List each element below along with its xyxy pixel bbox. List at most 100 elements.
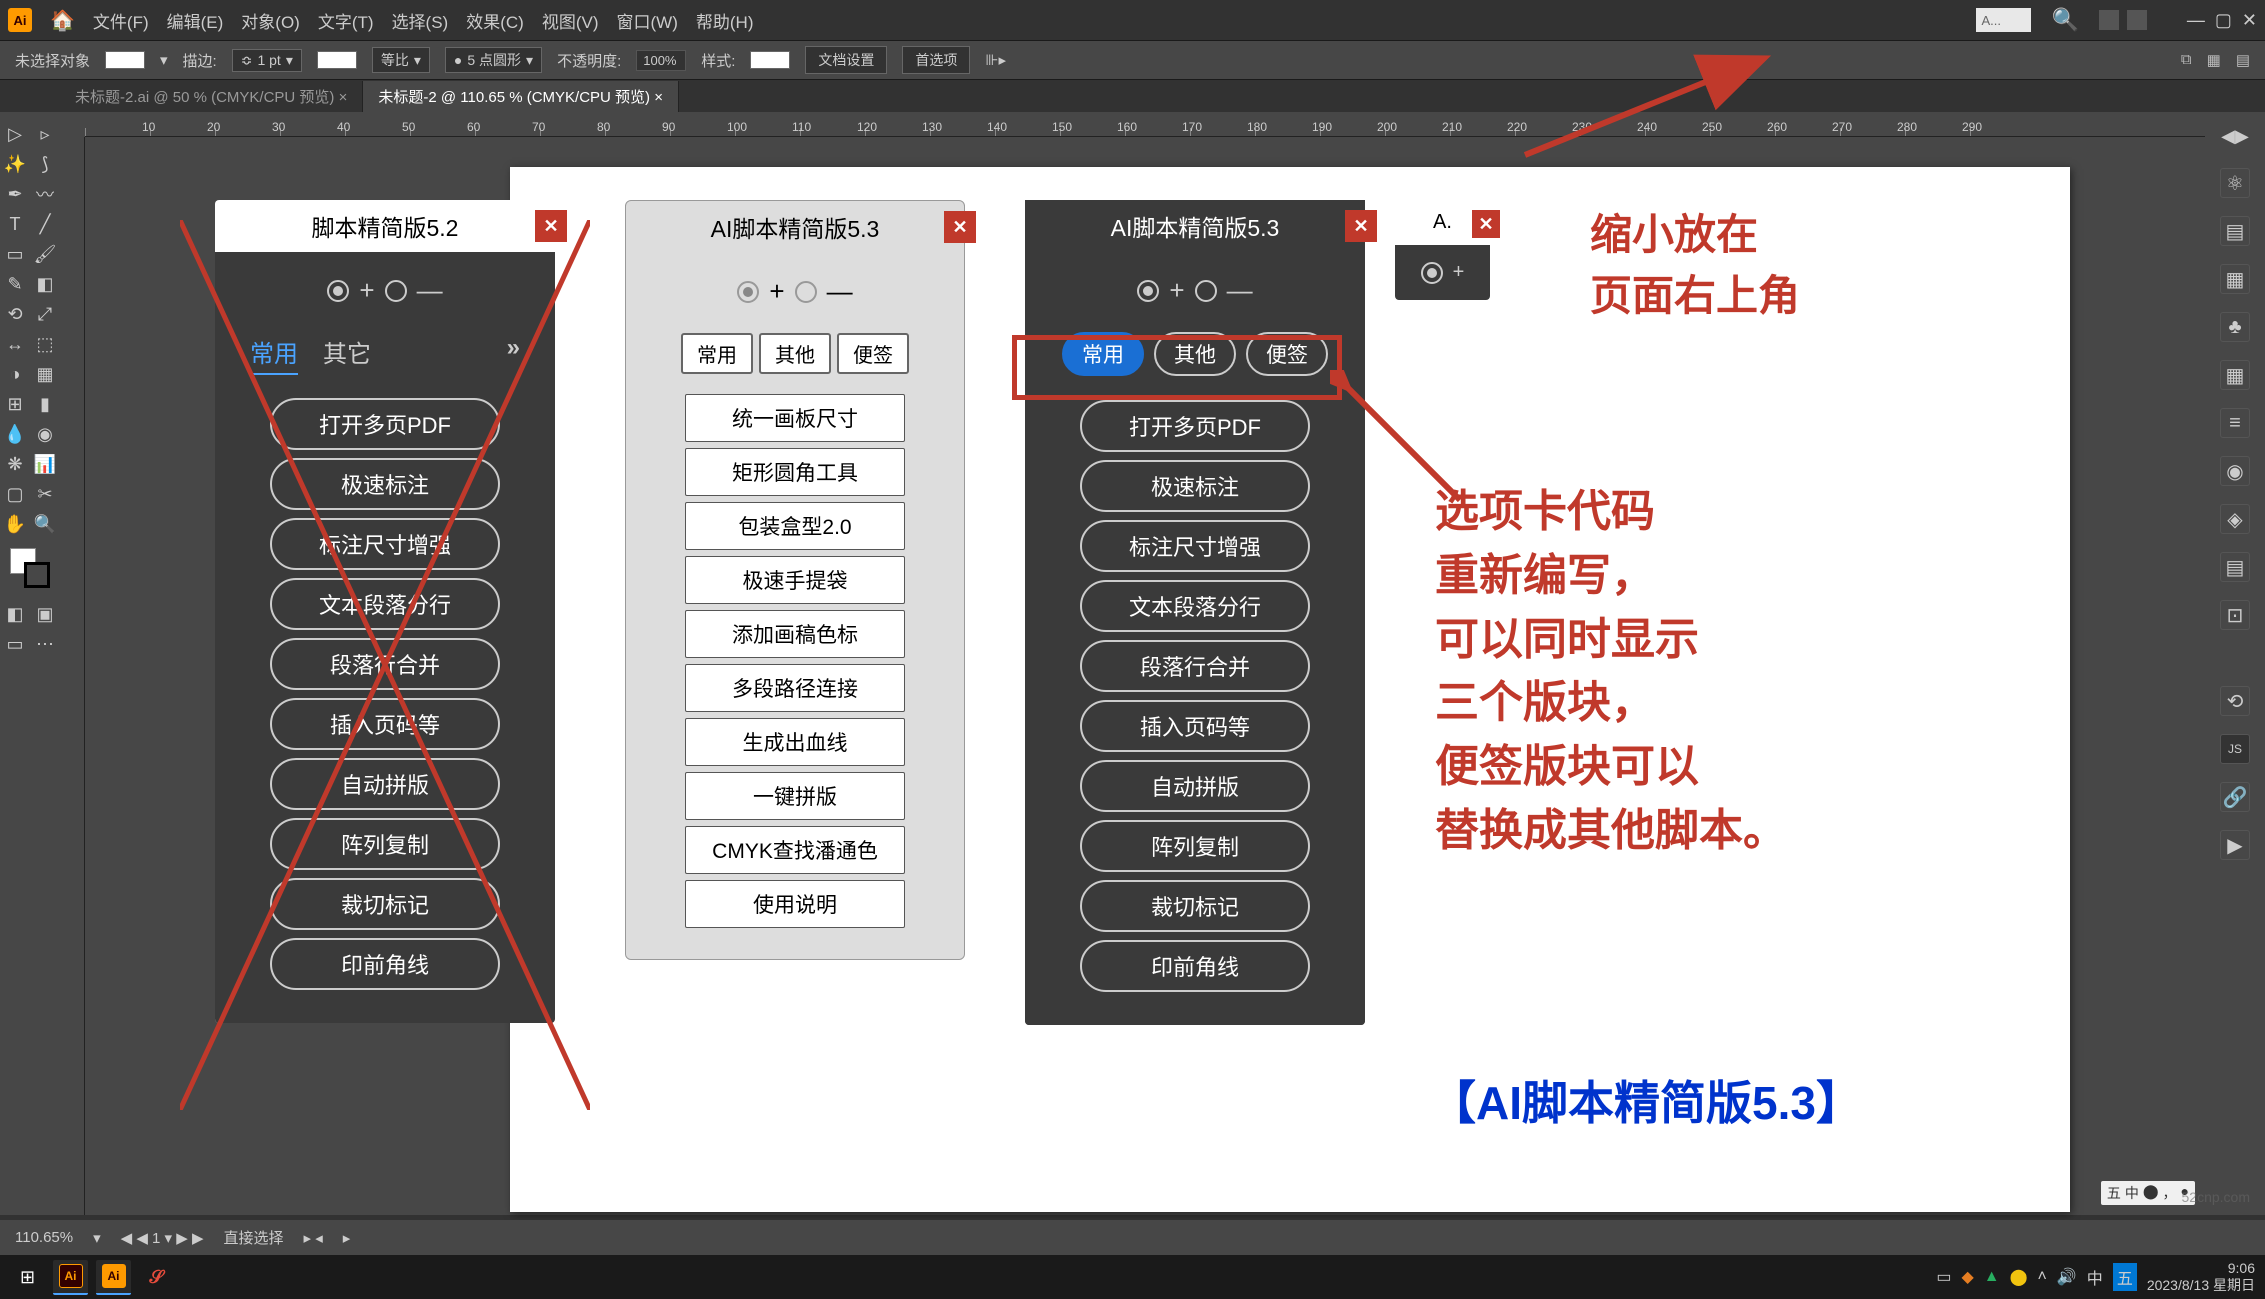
tray-up-icon[interactable]: ˄ (2038, 1268, 2047, 1286)
btn-53d-2[interactable]: 标注尺寸增强 (1080, 520, 1310, 572)
width-tool[interactable]: ↔ (1, 330, 29, 358)
radio-unchecked[interactable] (795, 281, 817, 303)
taskbar-app-3[interactable]: 𝒮 (139, 1260, 174, 1295)
mesh-tool[interactable]: ⊞ (1, 390, 29, 418)
shape-builder[interactable]: ◑ (1, 360, 29, 388)
eyedropper-tool[interactable]: 💧 (1, 420, 29, 448)
search-icon[interactable]: 🔍 (2051, 7, 2078, 33)
panel-53d-close[interactable]: ✕ (1345, 210, 1377, 242)
pen-tool[interactable]: ✒ (1, 180, 29, 208)
brushes-icon[interactable]: ≡ (2220, 408, 2250, 438)
hand-tool[interactable]: ✋ (1, 510, 29, 538)
menu-file[interactable]: 文件(F) (93, 8, 149, 33)
menu-select[interactable]: 选择(S) (392, 8, 449, 33)
btn-53w-4[interactable]: 添加画稿色标 (685, 610, 905, 658)
uniform-scale[interactable]: 等比▾ (372, 47, 430, 73)
radio-unchecked[interactable] (1195, 280, 1217, 302)
grid-icon[interactable]: ▦ (2207, 51, 2221, 69)
scale-tool[interactable]: ⤢ (31, 300, 59, 328)
title-search-box[interactable]: A... (1976, 8, 2031, 32)
prefs-button[interactable]: 首选项 (902, 46, 970, 74)
btn-52-9[interactable]: 印前角线 (270, 938, 500, 990)
close-icon[interactable]: ✕ (2242, 10, 2257, 31)
radio-checked[interactable] (327, 280, 349, 302)
tab-53w-other[interactable]: 其他 (759, 333, 831, 374)
stroke-swatch[interactable] (317, 51, 357, 69)
btn-53w-7[interactable]: 一键拼版 (685, 772, 905, 820)
curvature-tool[interactable]: 〰 (31, 180, 59, 208)
line-tool[interactable]: ╱ (31, 210, 59, 238)
club-icon[interactable]: ♣ (2220, 312, 2250, 342)
radio-mini[interactable] (1421, 262, 1443, 284)
btn-53d-5[interactable]: 插入页码等 (1080, 700, 1310, 752)
tray-icon[interactable]: ⬤ (2010, 1267, 2028, 1287)
screen-mode[interactable]: ▭ (1, 630, 29, 658)
zoom-level[interactable]: 110.65% (15, 1229, 73, 1246)
menu-object[interactable]: 对象(O) (241, 8, 300, 33)
direct-select-tool[interactable]: ▹ (31, 120, 59, 148)
panel-icon[interactable]: ▤ (2236, 51, 2250, 69)
tray-icon[interactable]: ▭ (1936, 1267, 1951, 1287)
brush-tool[interactable]: 🖌 (31, 240, 59, 268)
tab-52-common[interactable]: 常用 (250, 334, 298, 375)
home-icon[interactable]: 🏠 (50, 8, 75, 33)
asset-icon[interactable]: ⊡ (2220, 600, 2250, 630)
taskbar-ai-2[interactable]: Ai (96, 1260, 131, 1295)
tray-ime-zh[interactable]: 中 (2087, 1265, 2103, 1289)
start-icon[interactable]: ⊞ (10, 1260, 45, 1295)
artboard-nav[interactable]: ◀ ◀ 1 ▾ ▶ ▶ (121, 1229, 204, 1247)
btn-52-6[interactable]: 自动拼版 (270, 758, 500, 810)
link-icon[interactable]: 🔗 (2220, 782, 2250, 812)
doc-setup-button[interactable]: 文档设置 (805, 46, 887, 74)
btn-53d-4[interactable]: 段落行合并 (1080, 640, 1310, 692)
edit-toolbar[interactable]: ⋯ (31, 630, 59, 658)
btn-53w-3[interactable]: 极速手提袋 (685, 556, 905, 604)
style-swatch[interactable] (750, 51, 790, 69)
btn-53w-8[interactable]: CMYK查找潘通色 (685, 826, 905, 874)
btn-52-5[interactable]: 插入页码等 (270, 698, 500, 750)
tab-53w-common[interactable]: 常用 (681, 333, 753, 374)
arrange-icon[interactable] (2099, 10, 2119, 30)
menu-help[interactable]: 帮助(H) (696, 8, 754, 33)
lasso-tool[interactable]: ⟆ (31, 150, 59, 178)
fill-stroke-swatch[interactable] (10, 548, 50, 588)
zoom-tool[interactable]: 🔍 (31, 510, 59, 538)
stroke-icon[interactable]: ◉ (2220, 456, 2250, 486)
btn-53w-6[interactable]: 生成出血线 (685, 718, 905, 766)
btn-53d-3[interactable]: 文本段落分行 (1080, 580, 1310, 632)
btn-53d-7[interactable]: 阵列复制 (1080, 820, 1310, 872)
menu-effect[interactable]: 效果(C) (466, 8, 524, 33)
taskbar-clock[interactable]: 9:062023/8/13 星期日 (2147, 1260, 2255, 1294)
btn-53d-0[interactable]: 打开多页PDF (1080, 400, 1310, 452)
btn-53d-1[interactable]: 极速标注 (1080, 460, 1310, 512)
btn-52-0[interactable]: 打开多页PDF (270, 398, 500, 450)
btn-52-8[interactable]: 裁切标记 (270, 878, 500, 930)
align-icon[interactable]: ▤ (2220, 552, 2250, 582)
btn-53w-9[interactable]: 使用说明 (685, 880, 905, 928)
draw-mode[interactable]: ▣ (31, 600, 59, 628)
tab-53w-notes[interactable]: 便签 (837, 333, 909, 374)
btn-53w-0[interactable]: 统一画板尺寸 (685, 394, 905, 442)
btn-52-2[interactable]: 标注尺寸增强 (270, 518, 500, 570)
js-icon[interactable]: JS (2220, 734, 2250, 764)
menu-edit[interactable]: 编辑(E) (167, 8, 224, 33)
panel-53w-close[interactable]: ✕ (944, 211, 976, 243)
artboard-tool[interactable]: ▢ (1, 480, 29, 508)
rectangle-tool[interactable]: ▭ (1, 240, 29, 268)
properties-icon[interactable]: ▤ (2220, 216, 2250, 246)
btn-52-1[interactable]: 极速标注 (270, 458, 500, 510)
free-transform[interactable]: ⬚ (31, 330, 59, 358)
tray-ime-box[interactable]: 五 (2113, 1263, 2137, 1291)
graph-tool[interactable]: 📊 (31, 450, 59, 478)
blend-tool[interactable]: ◉ (31, 420, 59, 448)
atom-icon[interactable]: ⚛ (2220, 168, 2250, 198)
menu-type[interactable]: 文字(T) (318, 8, 374, 33)
slice-tool[interactable]: ✂ (31, 480, 59, 508)
btn-53w-5[interactable]: 多段路径连接 (685, 664, 905, 712)
btn-53d-6[interactable]: 自动拼版 (1080, 760, 1310, 812)
maximize-icon[interactable]: ▢ (2215, 10, 2232, 31)
btn-53w-1[interactable]: 矩形圆角工具 (685, 448, 905, 496)
gradient-tool[interactable]: ▮ (31, 390, 59, 418)
align-icon[interactable]: ⊪▸ (985, 51, 1006, 69)
eraser-tool[interactable]: ◧ (31, 270, 59, 298)
